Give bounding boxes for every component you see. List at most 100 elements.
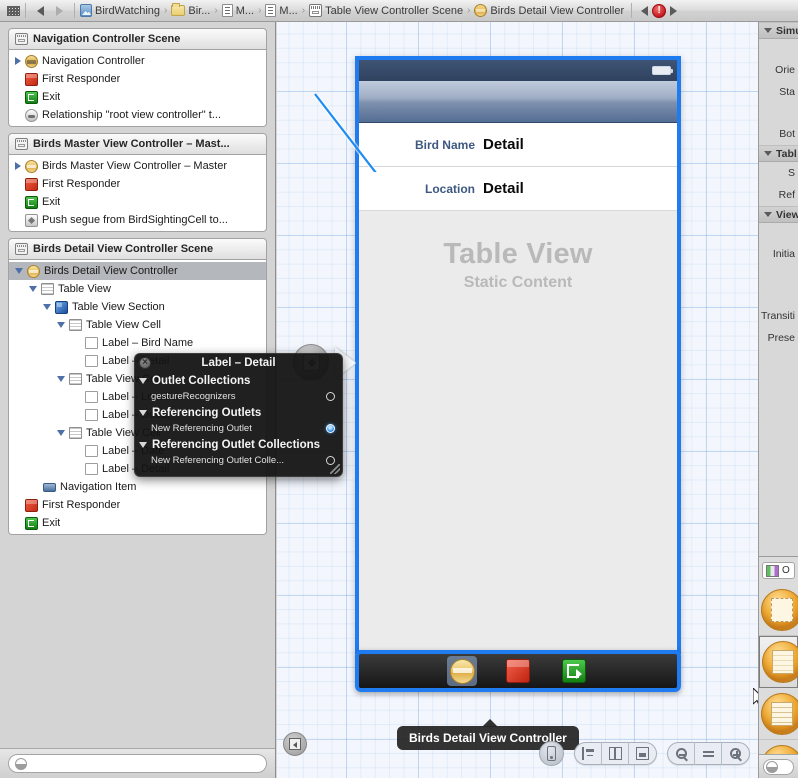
- hud-row-new-referencing-outlet-collection[interactable]: New Referencing Outlet Colle...: [135, 453, 342, 468]
- table-view-cell[interactable]: Bird Name Detail: [359, 123, 677, 167]
- disclosure-triangle-icon[interactable]: [43, 304, 51, 310]
- hud-row-gesture-recognizers[interactable]: gestureRecognizers: [135, 389, 342, 404]
- connection-well-icon-active[interactable]: [326, 424, 335, 433]
- dock-item-first-responder[interactable]: [503, 656, 533, 686]
- next-issue-button[interactable]: [670, 6, 677, 16]
- outline-row-table-view[interactable]: Table View: [9, 280, 266, 298]
- library-filter-field[interactable]: [763, 759, 794, 775]
- disclosure-triangle-icon[interactable]: [29, 286, 37, 292]
- library-item-collection-view[interactable]: [759, 688, 798, 740]
- inspector-field-status-bar[interactable]: Sta: [759, 81, 798, 103]
- navigation-controller-icon: [25, 55, 38, 68]
- scene-header[interactable]: Birds Master View Controller – Mast...: [8, 133, 267, 155]
- zoom-actual-size-button[interactable]: [695, 742, 722, 765]
- disclosure-triangle-icon[interactable]: [764, 28, 772, 33]
- dock-item-view-controller[interactable]: [447, 656, 477, 686]
- scene-header[interactable]: Birds Detail View Controller Scene: [8, 238, 267, 260]
- breadcrumb-item-file-1[interactable]: M...: [222, 4, 254, 17]
- outline-row[interactable]: First Responder: [9, 70, 266, 88]
- library-kind-selector[interactable]: O: [762, 562, 795, 579]
- grid-icon[interactable]: [7, 6, 20, 16]
- back-button[interactable]: [37, 6, 44, 16]
- zoom-in-button[interactable]: [722, 742, 749, 765]
- disclosure-triangle-icon[interactable]: [15, 162, 21, 170]
- inspector-field-refresh[interactable]: Ref: [759, 184, 798, 206]
- breadcrumb-item-file-2[interactable]: M...: [265, 4, 297, 17]
- inspector-field-presentation[interactable]: Prese: [759, 327, 798, 349]
- previous-issue-button[interactable]: [641, 6, 648, 16]
- view-controller-scene-canvas[interactable]: Bird Name Detail Location Detail Date De…: [355, 56, 681, 654]
- inspector-field-orientation[interactable]: Orie: [759, 59, 798, 81]
- zoom-out-button[interactable]: [668, 742, 695, 765]
- storyboard-canvas[interactable]: Bird Name Detail Location Detail Date De…: [277, 22, 758, 778]
- cell-detail-label[interactable]: Detail: [483, 136, 524, 153]
- table-view-empty-area[interactable]: [359, 210, 677, 650]
- breadcrumb-item-folder[interactable]: Bir...: [171, 5, 210, 17]
- hud-section-referencing-outlets[interactable]: Referencing Outlets: [135, 404, 342, 421]
- dock-item-exit[interactable]: [559, 656, 589, 686]
- disclosure-triangle-icon[interactable]: [15, 57, 21, 65]
- disclosure-triangle-icon[interactable]: [57, 322, 65, 328]
- inspector-field-bottom-bar[interactable]: Bot: [759, 123, 798, 145]
- disclosure-triangle-icon[interactable]: [139, 378, 147, 384]
- breadcrumb-item-view-controller[interactable]: Birds Detail View Controller: [474, 4, 624, 17]
- align-horizontal-button[interactable]: [629, 742, 656, 765]
- hud-row-new-referencing-outlet[interactable]: New Referencing Outlet: [135, 421, 342, 436]
- disclosure-triangle-icon[interactable]: [764, 151, 772, 156]
- library-item-table-view[interactable]: [759, 636, 798, 688]
- breadcrumb-item-project[interactable]: BirdWatching: [80, 4, 160, 17]
- hud-section-outlet-collections[interactable]: Outlet Collections: [135, 372, 342, 389]
- connection-well-icon[interactable]: [326, 392, 335, 401]
- disclosure-triangle-icon[interactable]: [57, 430, 65, 436]
- inspector-section-header-view-controller[interactable]: View: [759, 206, 798, 223]
- device-toggle-button[interactable]: [539, 741, 564, 766]
- cell-detail-label[interactable]: Detail: [483, 180, 524, 197]
- disclosure-triangle-icon[interactable]: [57, 376, 65, 382]
- outline-row-first-responder[interactable]: First Responder: [9, 496, 266, 514]
- outline-row[interactable]: First Responder: [9, 175, 266, 193]
- disclosure-triangle-icon[interactable]: [764, 212, 772, 217]
- library-item-view[interactable]: [759, 584, 798, 636]
- table-view-cell[interactable]: Location Detail: [359, 167, 677, 211]
- inspector-field-style[interactable]: S: [759, 162, 798, 184]
- outline-row-exit[interactable]: Exit: [9, 514, 266, 532]
- outline-row[interactable]: Exit: [9, 88, 266, 106]
- outline-row[interactable]: Push segue from BirdSightingCell to...: [9, 211, 266, 229]
- outline-row[interactable]: Relationship "root view controller" t...: [9, 106, 266, 124]
- resize-grip-icon[interactable]: [330, 464, 340, 474]
- spacer: [759, 39, 798, 49]
- inspector-section-header-simulated-metrics[interactable]: Simu: [759, 22, 798, 39]
- connections-hud-popover[interactable]: Label – Detail Outlet Collections gestur…: [134, 353, 343, 477]
- view-controller-icon: [27, 265, 40, 278]
- disclosure-triangle-icon[interactable]: [15, 268, 23, 274]
- inspector-sections[interactable]: Simu Orie Sta Bot Tabl S Ref View Initia: [759, 22, 798, 556]
- outline-row-label[interactable]: Label – Bird Name: [9, 334, 266, 352]
- error-badge-icon[interactable]: [652, 4, 666, 18]
- breadcrumb-item-scene[interactable]: Table View Controller Scene: [309, 4, 463, 17]
- close-icon[interactable]: [139, 357, 151, 369]
- inspector-field-initial-scene[interactable]: Initia: [759, 243, 798, 265]
- align-edges-button[interactable]: [575, 742, 602, 765]
- scene-group-birds-master-view-controller: Birds Master View Controller – Mast... B…: [8, 133, 267, 232]
- collapse-outline-button[interactable]: [283, 732, 307, 756]
- outline-row[interactable]: Exit: [9, 193, 266, 211]
- navigation-bar[interactable]: [359, 81, 677, 123]
- inspector-field-transition-style[interactable]: Transiti: [759, 305, 798, 327]
- outline-row-birds-detail-view-controller[interactable]: Birds Detail View Controller: [9, 262, 266, 280]
- inspector-section-header-table-view[interactable]: Tabl: [759, 145, 798, 162]
- outline-row-table-view-cell[interactable]: Table View Cell: [9, 316, 266, 334]
- breadcrumb-chevron-icon: ›: [214, 5, 217, 16]
- scene-header[interactable]: Navigation Controller Scene: [8, 28, 267, 50]
- outline-row-table-view-section[interactable]: Table View Section: [9, 298, 266, 316]
- disclosure-triangle-icon[interactable]: [139, 410, 147, 416]
- disclosure-triangle-icon[interactable]: [139, 442, 147, 448]
- forward-button[interactable]: [56, 6, 63, 16]
- align-vertical-button[interactable]: [602, 742, 629, 765]
- outline-filter-input[interactable]: [32, 758, 260, 769]
- spacer: [759, 223, 798, 233]
- hud-section-referencing-outlet-collections[interactable]: Referencing Outlet Collections: [135, 436, 342, 453]
- outline-row[interactable]: Navigation Controller: [9, 52, 266, 70]
- outline-row[interactable]: Birds Master View Controller – Master: [9, 157, 266, 175]
- outline-row-navigation-item[interactable]: Navigation Item: [9, 478, 266, 496]
- outline-filter-field[interactable]: [8, 754, 267, 773]
